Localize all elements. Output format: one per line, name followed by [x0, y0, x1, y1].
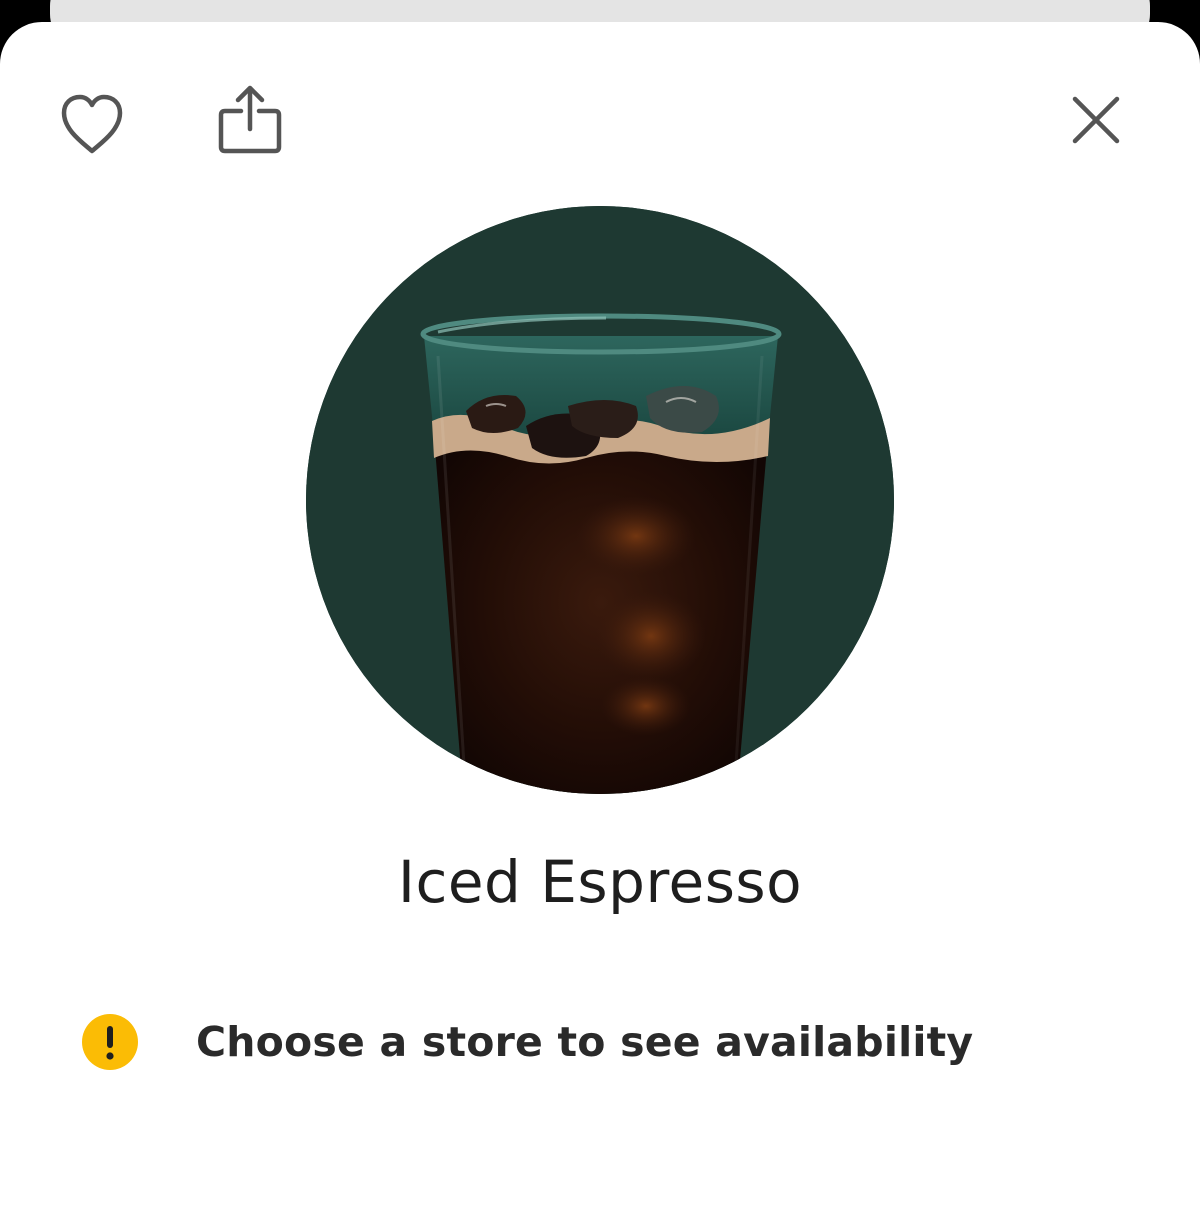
iced-espresso-glass-image: [306, 206, 894, 794]
share-icon: [218, 85, 282, 154]
availability-text: Choose a store to see availability: [196, 1018, 974, 1066]
close-button[interactable]: [1056, 80, 1136, 160]
product-detail-sheet: Iced Espresso Choose a store to see avai…: [0, 22, 1200, 1222]
close-icon: [1072, 96, 1120, 144]
warning-icon: [82, 1014, 138, 1070]
store-availability-prompt[interactable]: Choose a store to see availability: [82, 1014, 973, 1070]
product-title: Iced Espresso: [397, 848, 803, 916]
share-button[interactable]: [208, 78, 292, 162]
product-image: [306, 206, 894, 794]
favorite-button[interactable]: [50, 82, 134, 166]
heart-icon: [61, 94, 123, 154]
